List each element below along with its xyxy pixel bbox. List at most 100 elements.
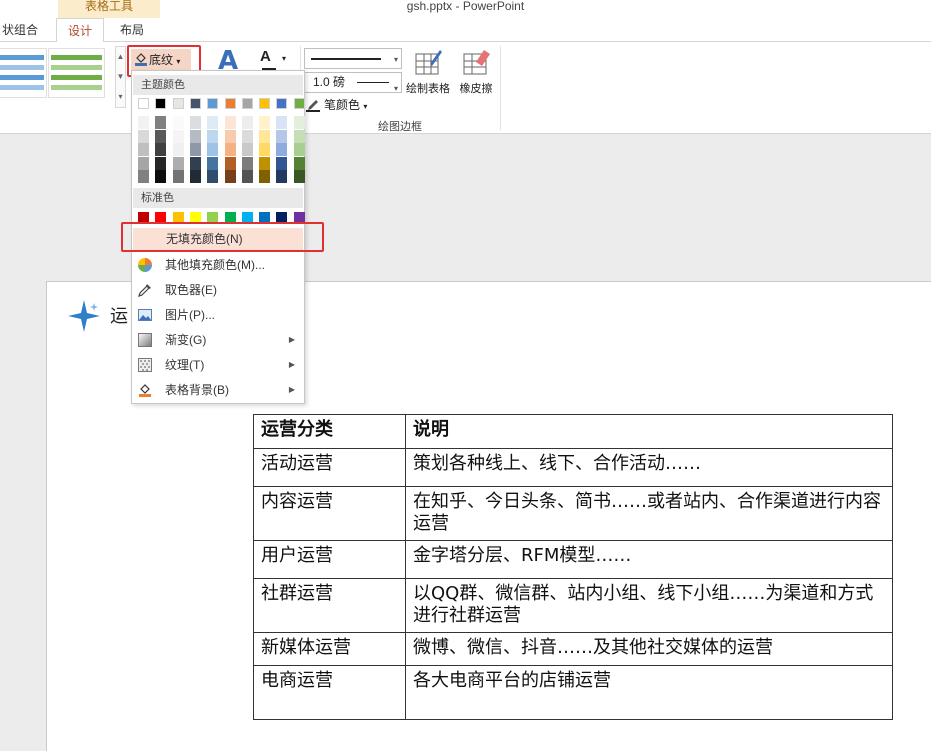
theme-color-shade-swatch[interactable] <box>293 129 305 143</box>
theme-color-shade-swatch[interactable] <box>207 116 219 129</box>
pen-style-dropdown[interactable]: ▾ <box>304 48 402 69</box>
theme-color-shade-swatch[interactable] <box>172 116 184 129</box>
table-cell[interactable]: 社群运营 <box>253 578 406 633</box>
theme-color-shade-swatch[interactable] <box>224 116 236 129</box>
theme-color-shade-swatch[interactable] <box>224 156 236 170</box>
theme-color-shade-swatch[interactable] <box>224 143 236 156</box>
table-header-cell[interactable]: 说明 <box>405 414 893 449</box>
theme-color-shade-swatch[interactable] <box>155 116 167 129</box>
table-cell[interactable]: 微博、微信、抖音……及其他社交媒体的运营 <box>405 632 893 666</box>
theme-color-shade-swatch[interactable] <box>241 129 253 143</box>
theme-color-shade-swatch[interactable] <box>207 129 219 143</box>
operations-table[interactable]: 运营分类 说明 活动运营 策划各种线上、线下、合作活动…… 内容运营 在知乎、今… <box>253 414 893 720</box>
theme-color-shade-swatch[interactable] <box>276 143 288 156</box>
theme-color-swatch[interactable] <box>189 98 201 109</box>
theme-color-shade-swatch[interactable] <box>172 170 184 183</box>
theme-color-swatch[interactable] <box>259 98 271 109</box>
table-cell[interactable]: 在知乎、今日头条、简书……或者站内、合作渠道进行内容运营 <box>405 486 893 541</box>
more-fill-colors-menu-item[interactable]: 其他填充颜色(M)... <box>133 253 303 277</box>
gallery-scroll[interactable]: ▲ ▼ ▾ <box>115 46 126 108</box>
table-cell[interactable]: 策划各种线上、线下、合作活动…… <box>405 448 893 487</box>
theme-color-shade-swatch[interactable] <box>155 143 167 156</box>
text-fill-button[interactable]: A ▾ <box>260 48 292 72</box>
table-style-thumb-blue[interactable] <box>0 48 47 98</box>
theme-color-shade-swatch[interactable] <box>259 170 271 183</box>
gradient-label: 渐变(G) <box>165 333 207 347</box>
theme-color-shade-swatch[interactable] <box>241 156 253 170</box>
theme-color-shade-swatch[interactable] <box>155 170 167 183</box>
theme-color-shade-swatch[interactable] <box>138 116 149 129</box>
theme-color-shade-swatch[interactable] <box>259 129 271 143</box>
table-cell[interactable]: 用户运营 <box>253 540 406 579</box>
theme-color-swatch[interactable] <box>138 98 149 109</box>
theme-color-shade-swatch[interactable] <box>189 116 201 129</box>
table-cell[interactable]: 金字塔分层、RFM模型…… <box>405 540 893 579</box>
table-style-thumb-green[interactable] <box>48 48 105 98</box>
theme-color-shade-swatch[interactable] <box>293 116 305 129</box>
table-cell[interactable]: 各大电商平台的店铺运营 <box>405 665 893 720</box>
theme-color-shade-swatch[interactable] <box>138 156 149 170</box>
tab-design[interactable]: 设计 <box>56 18 104 43</box>
theme-color-shade-swatch[interactable] <box>293 143 305 156</box>
picture-menu-item[interactable]: 图片(P)... <box>133 303 303 327</box>
theme-color-shade-swatch[interactable] <box>276 129 288 143</box>
theme-color-shade-swatch[interactable] <box>189 143 201 156</box>
theme-color-shade-swatch[interactable] <box>276 116 288 129</box>
theme-color-shade-swatch[interactable] <box>189 170 201 183</box>
eraser-label: 橡皮擦 <box>459 83 493 95</box>
theme-color-swatch[interactable] <box>276 98 288 109</box>
annotation-highlight <box>121 222 324 252</box>
theme-color-shade-swatch[interactable] <box>224 129 236 143</box>
theme-color-shade-swatch[interactable] <box>241 143 253 156</box>
theme-color-shade-swatch[interactable] <box>189 129 201 143</box>
theme-color-shade-swatch[interactable] <box>172 156 184 170</box>
theme-color-shade-swatch[interactable] <box>207 170 219 183</box>
theme-color-shade-swatch[interactable] <box>138 129 149 143</box>
theme-color-shade-swatch[interactable] <box>207 156 219 170</box>
table-background-menu-item[interactable]: 表格背景(B) ▶ <box>133 378 303 402</box>
theme-color-shade-swatch[interactable] <box>172 143 184 156</box>
theme-color-swatch[interactable] <box>293 98 305 109</box>
theme-color-swatch[interactable] <box>155 98 167 109</box>
theme-color-shade-swatch[interactable] <box>155 129 167 143</box>
theme-color-swatch[interactable] <box>172 98 184 109</box>
theme-color-shade-swatch[interactable] <box>138 143 149 156</box>
theme-color-shade-swatch[interactable] <box>259 116 271 129</box>
theme-color-shade-swatch[interactable] <box>276 170 288 183</box>
pen-color-button[interactable]: 笔颜色 ▾ <box>306 96 386 114</box>
table-cell[interactable]: 以QQ群、微信群、站内小组、线下小组……为渠道和方式进行社群运营 <box>405 578 893 633</box>
table-header-cell[interactable]: 运营分类 <box>253 414 406 449</box>
slide-title[interactable]: 运 <box>110 302 128 328</box>
theme-color-shade-swatch[interactable] <box>276 156 288 170</box>
draw-table-button[interactable]: 绘制表格 <box>403 48 453 98</box>
theme-color-shade-swatch[interactable] <box>241 170 253 183</box>
theme-color-shade-swatch[interactable] <box>241 116 253 129</box>
theme-color-shade-swatch[interactable] <box>138 170 149 183</box>
pen-weight-value: 1.0 磅 <box>313 75 346 89</box>
table-cell[interactable]: 新媒体运营 <box>253 632 406 666</box>
table-row: 活动运营 策划各种线上、线下、合作活动…… <box>253 448 893 487</box>
eraser-button[interactable]: 橡皮擦 <box>456 48 496 98</box>
pen-weight-dropdown[interactable]: 1.0 磅 ▾ <box>304 72 402 93</box>
table-cell[interactable]: 内容运营 <box>253 486 406 541</box>
table-cell[interactable]: 活动运营 <box>253 448 406 487</box>
theme-color-shade-swatch[interactable] <box>259 156 271 170</box>
gradient-menu-item[interactable]: 渐变(G) ▶ <box>133 328 303 352</box>
group-separator <box>500 46 501 130</box>
theme-color-shade-swatch[interactable] <box>172 129 184 143</box>
eyedropper-menu-item[interactable]: 取色器(E) <box>133 278 303 302</box>
theme-color-swatch[interactable] <box>207 98 219 109</box>
theme-color-shade-swatch[interactable] <box>293 170 305 183</box>
table-cell[interactable]: 电商运营 <box>253 665 406 720</box>
theme-color-shade-swatch[interactable] <box>189 156 201 170</box>
theme-color-shade-swatch[interactable] <box>155 156 167 170</box>
theme-color-shade-swatch[interactable] <box>259 143 271 156</box>
theme-color-shade-swatch[interactable] <box>224 170 236 183</box>
theme-color-shade-swatch[interactable] <box>207 143 219 156</box>
theme-color-shade-swatch[interactable] <box>293 156 305 170</box>
texture-menu-item[interactable]: 纹理(T) ▶ <box>133 353 303 377</box>
tab-arrange[interactable]: 状组合 <box>0 18 46 42</box>
tab-layout[interactable]: 布局 <box>106 18 158 42</box>
theme-color-swatch[interactable] <box>241 98 253 109</box>
theme-color-swatch[interactable] <box>224 98 236 109</box>
